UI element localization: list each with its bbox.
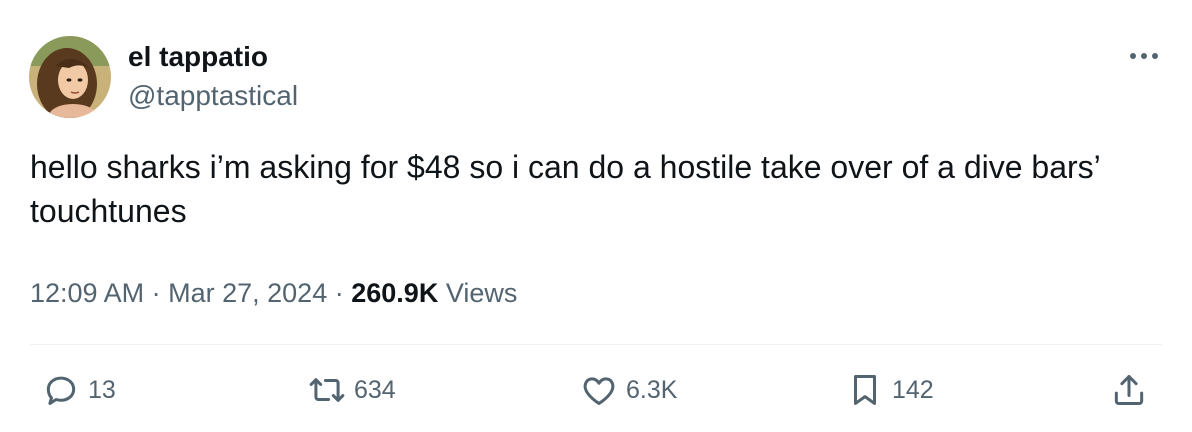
bookmark-icon xyxy=(853,375,877,405)
like-icon xyxy=(583,377,615,405)
meta-separator: · xyxy=(334,278,344,308)
bookmark-button[interactable]: 142 xyxy=(846,370,934,410)
views-count[interactable]: 260.9K xyxy=(351,278,438,308)
share-button[interactable] xyxy=(1110,370,1148,410)
reply-button[interactable]: 13 xyxy=(42,370,116,410)
tweet-meta: 12:09 AM · Mar 27, 2024 · 260.9K Views xyxy=(30,276,517,310)
like-button[interactable]: 6.3K xyxy=(580,370,677,410)
avatar-image xyxy=(29,36,111,118)
display-name[interactable]: el tappatio xyxy=(128,40,268,74)
views-label: Views xyxy=(445,278,518,308)
like-count: 6.3K xyxy=(626,375,678,404)
retweet-button[interactable]: 634 xyxy=(308,370,396,410)
share-icon xyxy=(1114,375,1144,405)
user-handle[interactable]: @tapptastical xyxy=(128,79,298,113)
divider xyxy=(30,344,1162,345)
more-button[interactable] xyxy=(1126,44,1162,68)
tweet-text: hello sharks i’m asking for $48 so i can… xyxy=(30,149,1100,229)
meta-separator: · xyxy=(151,278,161,308)
retweet-count: 634 xyxy=(354,375,396,404)
more-icon xyxy=(1130,53,1158,59)
reply-icon xyxy=(46,376,76,405)
tweet-date[interactable]: Mar 27, 2024 xyxy=(168,278,327,308)
avatar[interactable] xyxy=(29,36,111,118)
tweet-time[interactable]: 12:09 AM xyxy=(30,278,144,308)
reply-count: 13 xyxy=(88,375,116,404)
retweet-icon xyxy=(309,378,345,402)
bookmark-count: 142 xyxy=(892,375,934,404)
